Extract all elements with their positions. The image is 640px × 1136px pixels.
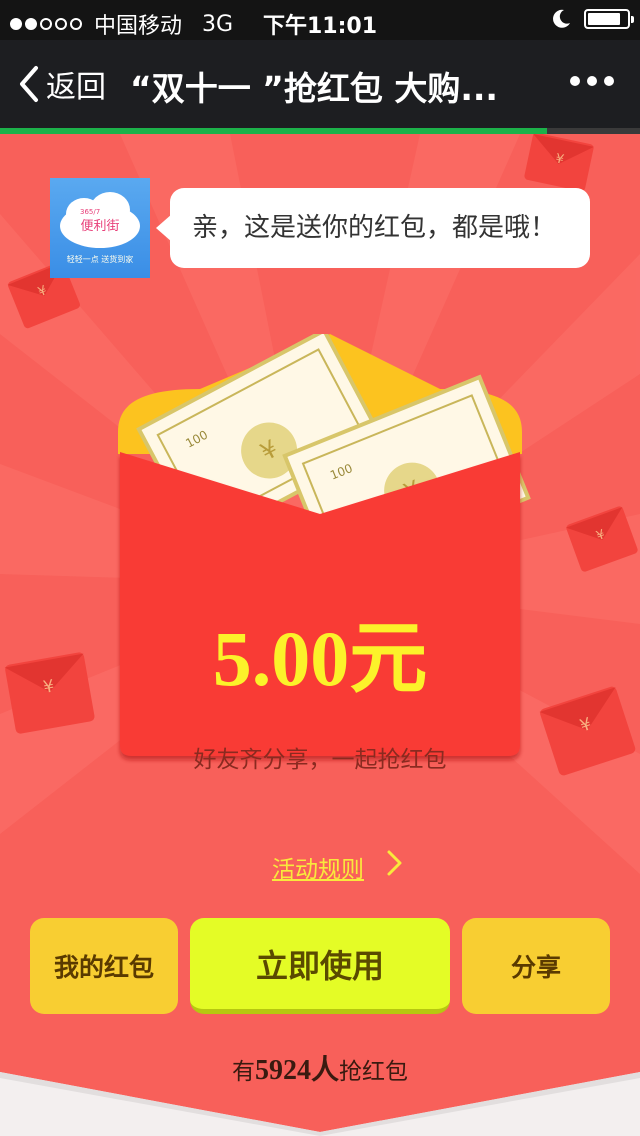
- chevron-left-icon: [20, 66, 38, 102]
- back-label: 返回: [46, 70, 106, 105]
- grab-count: 有5924人抢红包: [0, 1048, 640, 1088]
- status-right: [550, 8, 634, 30]
- battery-level: [588, 13, 620, 25]
- moon-icon: [553, 9, 570, 28]
- nav-bar: 返回 “双十一 ”抢红包 大购...: [0, 40, 640, 128]
- use-now-button[interactable]: 立即使用: [190, 918, 450, 1014]
- status-time: 下午11:01: [262, 14, 378, 39]
- avatar-caption: 轻轻一点 送货到家: [67, 254, 134, 264]
- main-content: ¥ ¥ ¥ ¥ ¥ 365/7 便利街 轻轻一点 送货到家 亲，这是送你的红包，…: [0, 134, 640, 1136]
- share-button[interactable]: 分享: [462, 918, 610, 1014]
- page-title: “双十一 ”抢红包 大购...: [130, 69, 498, 108]
- my-packets-button[interactable]: 我的红包: [30, 918, 178, 1014]
- cloud-logo-icon: 365/7 便利街 轻轻一点 送货到家: [60, 192, 140, 264]
- grab-count-number: 5924人: [254, 1055, 339, 1086]
- more-dots-icon[interactable]: [570, 76, 614, 86]
- envelope-amount: 5.00元: [212, 615, 428, 702]
- grab-count-prefix: 有: [231, 1059, 255, 1085]
- envelope-subtitle: 好友齐分享，一起抢红包: [193, 747, 447, 773]
- message-bubble: 亲，这是送你的红包，都是哦！: [156, 188, 590, 268]
- status-bar: 中国移动 3G 下午11:01: [0, 0, 640, 40]
- grab-count-suffix: 抢红包: [339, 1059, 408, 1085]
- battery-icon: [584, 9, 634, 29]
- chevron-right-icon[interactable]: [384, 848, 404, 878]
- avatar-brand: 便利街: [80, 219, 119, 234]
- decor-envelope-icon: ¥: [524, 134, 594, 192]
- avatar: 365/7 便利街 轻轻一点 送货到家: [50, 178, 150, 278]
- svg-text:365/7: 365/7: [80, 208, 100, 216]
- back-button[interactable]: 返回: [18, 62, 106, 106]
- rules-link[interactable]: 活动规则: [272, 850, 364, 884]
